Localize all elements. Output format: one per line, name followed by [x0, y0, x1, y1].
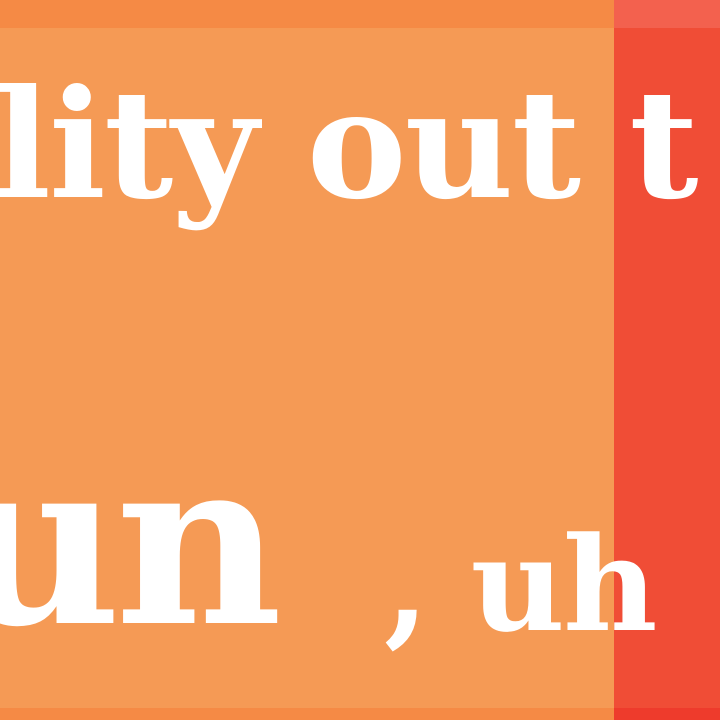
bottom-accent-strip-left	[0, 708, 614, 720]
poster-canvas: lity out t un , uh	[0, 0, 720, 720]
headline-line-3: , uh	[384, 508, 658, 661]
bottom-accent-strip-right	[614, 708, 720, 720]
top-accent-strip-right	[614, 0, 720, 28]
top-accent-strip-left	[0, 0, 614, 28]
headline-line-1: lity out t	[0, 57, 699, 233]
headline-line-2: un	[0, 408, 282, 678]
